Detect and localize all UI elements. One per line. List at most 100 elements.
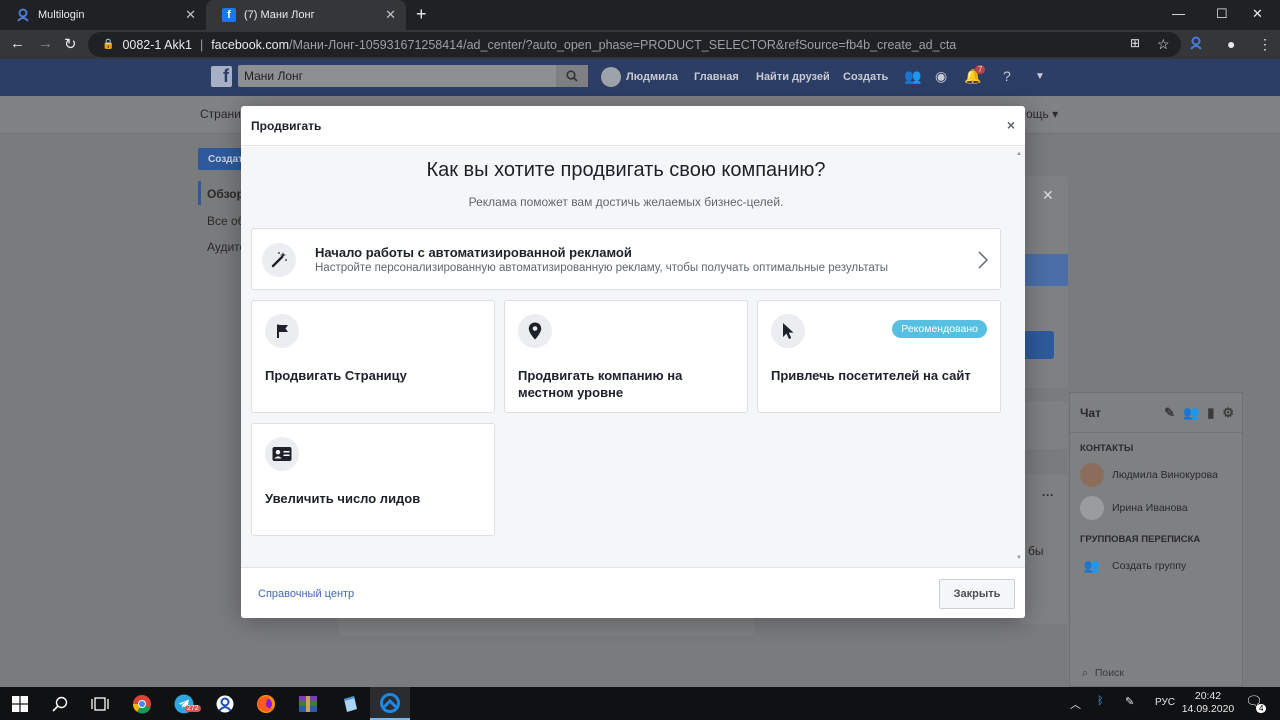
scrollbar[interactable]: ▲ ▼ bbox=[1016, 151, 1022, 561]
nav-home[interactable]: Главная bbox=[694, 71, 739, 83]
dialog-body: Как вы хотите продвигать свою компанию? … bbox=[241, 147, 1025, 567]
search-icon[interactable] bbox=[556, 65, 588, 87]
browser-toolbar: ← → ↻ 🔒 0082-1 Akk1 | facebook.com /Мани… bbox=[0, 30, 1280, 59]
nav-profile[interactable]: Людмила bbox=[626, 71, 678, 83]
chat-sidebar: Чат ✎ 👥 ▮ ⚙ КОНТАКТЫ Людмила Винокурова … bbox=[1069, 392, 1243, 687]
contacts-icon[interactable]: 👥 bbox=[1183, 405, 1199, 421]
create-ad-button[interactable]: Создат bbox=[198, 148, 243, 170]
maximize-icon[interactable]: ☐ bbox=[1216, 6, 1228, 22]
nav-create[interactable]: Создать bbox=[843, 71, 888, 83]
tab-multilogin[interactable]: Multilogin ✕ bbox=[0, 0, 206, 30]
more-leads-card[interactable]: Увеличить число лидов bbox=[251, 423, 495, 536]
promote-page-card[interactable]: Продвигать Страницу bbox=[251, 300, 495, 413]
contact-item[interactable]: Людмила Винокурова bbox=[1070, 458, 1242, 491]
messenger-icon[interactable]: ◉ bbox=[935, 68, 947, 85]
telegram-badge: 272 bbox=[185, 705, 201, 712]
url-host: facebook.com bbox=[211, 37, 290, 52]
close-button[interactable]: Закрыть bbox=[939, 579, 1015, 609]
system-clock[interactable]: 20:42 14.09.2020 bbox=[1180, 690, 1236, 716]
bookmark-star-icon[interactable]: ☆ bbox=[1157, 36, 1170, 53]
left-menu-all-ads[interactable]: Все об bbox=[207, 214, 245, 228]
address-bar[interactable]: 🔒 0082-1 Akk1 | facebook.com /Мани-Лонг-… bbox=[88, 32, 1181, 57]
close-window-icon[interactable]: ✕ bbox=[1252, 6, 1263, 22]
dialog-title: Продвигать bbox=[251, 118, 322, 133]
nav-find-friends[interactable]: Найти друзей bbox=[756, 71, 830, 83]
language-indicator[interactable]: РУС bbox=[1155, 697, 1175, 708]
winrar-icon[interactable] bbox=[288, 687, 328, 720]
firefox-icon[interactable] bbox=[246, 687, 286, 720]
more-icon[interactable]: ··· bbox=[1042, 488, 1054, 502]
new-tab-button[interactable]: + bbox=[416, 4, 427, 25]
close-tab-icon[interactable]: ✕ bbox=[385, 7, 396, 23]
facebook-top-bar: f Мани Лонг Людмила Главная Найти друзей… bbox=[0, 59, 1280, 96]
create-group-label: Создать группу bbox=[1112, 559, 1187, 572]
help-center-link[interactable]: Справочный центр bbox=[258, 588, 354, 600]
close-icon[interactable]: × bbox=[1007, 118, 1015, 132]
automated-ads-title: Начало работы с автоматизированной рекла… bbox=[315, 245, 632, 260]
tab-facebook[interactable]: f (7) Мани Лонг ✕ bbox=[206, 0, 406, 30]
contact-card-icon bbox=[265, 437, 299, 471]
compose-icon[interactable]: ✎ bbox=[1164, 405, 1175, 421]
video-icon[interactable]: ▮ bbox=[1207, 405, 1214, 421]
create-group-item[interactable]: 👥 Создать группу bbox=[1070, 549, 1242, 582]
chevron-up-icon[interactable]: ︿ bbox=[1070, 696, 1081, 712]
group-icon: 👥 bbox=[1083, 557, 1101, 573]
notepad-icon[interactable] bbox=[330, 687, 370, 720]
magic-wand-icon bbox=[262, 243, 296, 277]
background-text: бы bbox=[1028, 544, 1044, 558]
contact-name: Ирина Иванова bbox=[1112, 501, 1188, 514]
friends-icon[interactable]: 👥 bbox=[904, 68, 921, 85]
task-view-icon[interactable] bbox=[80, 687, 120, 720]
facebook-logo[interactable]: f bbox=[211, 66, 232, 87]
dropdown-icon[interactable]: ▼ bbox=[1035, 71, 1045, 82]
search-icon[interactable] bbox=[40, 687, 80, 720]
contact-item[interactable]: Ирина Иванова bbox=[1070, 491, 1242, 524]
minimize-icon[interactable]: — bbox=[1172, 6, 1185, 21]
scroll-up-icon[interactable]: ▲ bbox=[1016, 151, 1022, 157]
background-card bbox=[1020, 401, 1068, 449]
windows-start-icon[interactable] bbox=[0, 687, 40, 720]
profile-label: 0082-1 Akk1 bbox=[122, 37, 192, 52]
close-icon[interactable]: ✕ bbox=[1042, 187, 1054, 204]
menu-icon[interactable]: ⋮ bbox=[1258, 36, 1272, 53]
promote-dialog: Продвигать × Как вы хотите продвигать св… bbox=[241, 106, 1025, 618]
website-visitors-card[interactable]: Рекомендовано Привлечь посетителей на са… bbox=[757, 300, 1001, 413]
option-label: Продвигать Страницу bbox=[265, 368, 407, 383]
clock-time: 20:42 bbox=[1194, 690, 1222, 702]
gear-icon[interactable]: ⚙ bbox=[1222, 405, 1234, 421]
scroll-down-icon[interactable]: ▼ bbox=[1016, 555, 1022, 561]
tab-title: Multilogin bbox=[38, 9, 85, 21]
lock-icon: 🔒 bbox=[102, 39, 115, 50]
background-button bbox=[1020, 331, 1054, 359]
forward-icon[interactable]: → bbox=[38, 35, 53, 52]
location-pin-icon bbox=[518, 314, 552, 348]
close-tab-icon[interactable]: ✕ bbox=[185, 7, 196, 23]
telegram-icon[interactable]: 272 bbox=[164, 687, 204, 720]
option-label: Увеличить число лидов bbox=[265, 491, 421, 506]
multilogin-icon[interactable] bbox=[205, 687, 245, 720]
avatar[interactable] bbox=[601, 67, 621, 87]
chrome-icon[interactable] bbox=[122, 687, 162, 720]
chat-search-input[interactable]: ⌕ Поиск bbox=[1082, 667, 1124, 680]
page-title: Как вы хотите продвигать свою компанию? bbox=[426, 159, 826, 181]
pen-icon[interactable]: ✎ bbox=[1125, 695, 1134, 708]
reload-icon[interactable]: ↻ bbox=[64, 35, 77, 53]
multilogin-extension-icon[interactable] bbox=[1189, 36, 1203, 53]
left-menu-overview[interactable]: Обзор bbox=[207, 187, 244, 201]
promote-locally-card[interactable]: Продвигать компанию на местном уровне bbox=[504, 300, 748, 413]
facebook-search-input[interactable]: Мани Лонг bbox=[238, 65, 588, 87]
automated-ads-card[interactable]: Начало работы с автоматизированной рекла… bbox=[251, 228, 1001, 290]
bluetooth-icon[interactable]: ᛒ bbox=[1097, 695, 1104, 707]
notifications-count: 4 bbox=[1256, 704, 1267, 713]
back-icon[interactable]: ← bbox=[10, 35, 25, 52]
translate-icon[interactable]: ⊞ bbox=[1130, 36, 1140, 50]
tab-title: (7) Мани Лонг bbox=[244, 9, 315, 21]
app-icon[interactable] bbox=[370, 687, 410, 720]
chat-title: Чат bbox=[1080, 405, 1101, 420]
automated-ads-description: Настройте персонализированную автоматизи… bbox=[315, 262, 889, 274]
help-icon[interactable]: ? bbox=[1003, 68, 1011, 84]
page-tab[interactable]: Страни bbox=[200, 107, 241, 121]
help-menu[interactable]: ощь ▾ bbox=[1026, 107, 1058, 121]
account-icon[interactable]: ● bbox=[1227, 36, 1235, 52]
avatar bbox=[1080, 495, 1104, 520]
